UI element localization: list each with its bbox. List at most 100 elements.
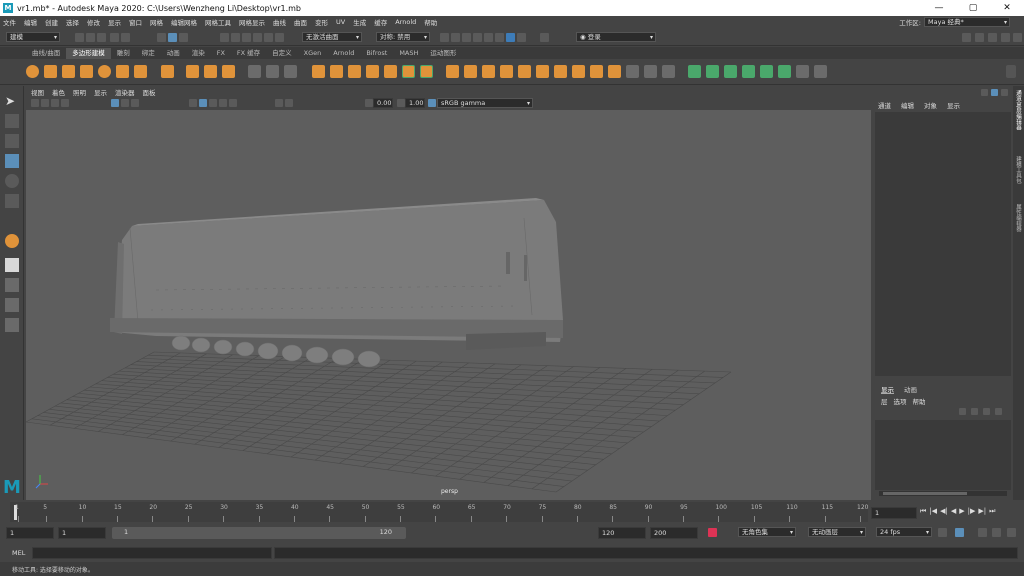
image-plane-icon[interactable]	[61, 99, 69, 107]
channel-box-float-icon[interactable]	[981, 89, 988, 96]
vp-menu-item[interactable]: 视图	[31, 87, 44, 97]
four-pane-layout-icon[interactable]	[5, 278, 19, 292]
grid-toggle-icon[interactable]	[111, 99, 119, 107]
triangulate-icon[interactable]	[608, 65, 621, 78]
separate-icon[interactable]	[266, 65, 279, 78]
gamma-icon[interactable]	[397, 99, 405, 107]
cb-menu-edit[interactable]: 编辑	[901, 100, 914, 110]
loop-icon[interactable]	[938, 528, 947, 537]
bookmark-icon[interactable]	[51, 99, 59, 107]
train-car-model[interactable]	[110, 198, 563, 368]
chamfer-icon[interactable]	[590, 65, 603, 78]
layer-menu-item[interactable]: 层	[881, 396, 888, 406]
super-shape-icon[interactable]	[186, 65, 199, 78]
arnold-render-icon[interactable]	[517, 33, 526, 42]
menu-item[interactable]: 变形	[315, 17, 328, 27]
time-track[interactable]: 1 5 10 15 20 25 30 35 40 45 50 55 60 65 70 75 80 85 90 95 10…	[10, 502, 868, 522]
shelf-tab[interactable]: 曲线/曲面	[26, 48, 66, 59]
snap-curve-icon[interactable]	[231, 33, 240, 42]
layer-move-up-icon[interactable]	[959, 408, 966, 415]
undo-icon[interactable]	[110, 33, 119, 42]
command-input[interactable]	[32, 547, 272, 559]
menu-item[interactable]: Arnold	[395, 18, 416, 26]
combine-icon[interactable]	[248, 65, 261, 78]
move-tool-icon[interactable]	[5, 154, 19, 168]
channel-box-icon[interactable]	[1001, 33, 1010, 42]
smooth-icon[interactable]	[284, 65, 297, 78]
shelf-tab[interactable]: Arnold	[327, 48, 360, 59]
xray-icon[interactable]	[285, 99, 293, 107]
render-setup-icon[interactable]	[495, 33, 504, 42]
go-to-end-icon[interactable]: ⏭	[989, 507, 995, 516]
append-polygon-icon[interactable]	[500, 65, 513, 78]
boolean-difference-icon[interactable]	[330, 65, 343, 78]
color-space-dropdown[interactable]: sRGB gamma	[437, 98, 533, 108]
layer-menu-item[interactable]: 帮助	[913, 396, 926, 406]
new-layer-selected-icon[interactable]	[995, 408, 1002, 415]
poly-disc-icon[interactable]	[134, 65, 147, 78]
shelf-tab[interactable]: FX 缓存	[231, 48, 266, 59]
menu-item[interactable]: 编辑网格	[171, 17, 197, 27]
menu-item[interactable]: 网格	[150, 17, 163, 27]
play-backwards-icon[interactable]: ◀	[951, 507, 956, 516]
exposure-icon[interactable]	[365, 99, 373, 107]
live-surface-field[interactable]: 无激活曲面	[302, 32, 362, 42]
layer-tab-anim[interactable]: 动画	[904, 384, 917, 394]
color-management-icon[interactable]	[428, 99, 436, 107]
layer-scrollbar-thumb[interactable]	[883, 492, 967, 495]
boolean-intersection-icon[interactable]	[348, 65, 361, 78]
textured-icon[interactable]	[209, 99, 217, 107]
side-tab-attribute-editor[interactable]: 属性编辑器	[1015, 204, 1022, 232]
step-back-frame-icon[interactable]: ◀|	[940, 507, 948, 516]
save-scene-icon[interactable]	[97, 33, 106, 42]
layer-scrollbar[interactable]	[879, 491, 1007, 496]
login-dropdown[interactable]: ◉ 登录	[576, 32, 656, 42]
close-button[interactable]: ✕	[990, 0, 1024, 16]
boolean-union-icon[interactable]	[312, 65, 325, 78]
poly-torus-icon[interactable]	[98, 65, 111, 78]
shelf-tab[interactable]: 动画	[161, 48, 186, 59]
menu-item[interactable]: 帮助	[424, 17, 437, 27]
select-component-icon[interactable]	[179, 33, 188, 42]
auto-key-icon[interactable]	[955, 528, 964, 537]
lasso-tool-icon[interactable]	[5, 114, 19, 128]
menu-item[interactable]: 文件	[3, 17, 16, 27]
current-frame-field[interactable]: 1	[871, 507, 917, 519]
uv-layout-icon[interactable]	[778, 65, 791, 78]
side-tab-modeling-toolkit[interactable]: 建模工具包	[1015, 156, 1022, 184]
new-scene-icon[interactable]	[75, 33, 84, 42]
go-to-start-icon[interactable]: ⏮	[920, 507, 926, 516]
render-settings-icon[interactable]	[473, 33, 482, 42]
single-pane-layout-icon[interactable]	[5, 258, 19, 272]
open-scene-icon[interactable]	[86, 33, 95, 42]
collapse-icon[interactable]	[536, 65, 549, 78]
vp-menu-item[interactable]: 照明	[73, 87, 86, 97]
menu-item[interactable]: 创建	[45, 17, 58, 27]
poly-cube-icon[interactable]	[44, 65, 57, 78]
tool-settings-icon[interactable]	[988, 33, 997, 42]
light-editor-icon[interactable]	[506, 33, 515, 42]
menu-item[interactable]: UV	[336, 18, 345, 26]
range-slider[interactable]: 1 120	[112, 527, 406, 539]
layer-move-down-icon[interactable]	[971, 408, 978, 415]
uv-sew-icon[interactable]	[814, 65, 827, 78]
insert-edge-loop-icon[interactable]	[482, 65, 495, 78]
shelf-options-icon[interactable]	[1006, 65, 1016, 78]
vp-menu-item[interactable]: 着色	[52, 87, 65, 97]
select-tool-icon[interactable]: ➤	[5, 94, 19, 108]
poly-cylinder-icon[interactable]	[62, 65, 75, 78]
uv-automatic-icon[interactable]	[742, 65, 755, 78]
redo-icon[interactable]	[121, 33, 130, 42]
poly-sphere-icon[interactable]	[26, 65, 39, 78]
wireframe-icon[interactable]	[189, 99, 197, 107]
wedge-icon[interactable]	[554, 65, 567, 78]
play-forwards-icon[interactable]: ▶	[959, 507, 964, 516]
ipr-render-icon[interactable]	[462, 33, 471, 42]
uv-planar-icon[interactable]	[688, 65, 701, 78]
lights-icon[interactable]	[219, 99, 227, 107]
menu-item[interactable]: 曲面	[294, 17, 307, 27]
layer-tab-display[interactable]: 显示	[881, 384, 894, 394]
anim-prefs-icon[interactable]	[992, 528, 1001, 537]
fps-dropdown[interactable]: 24 fps	[876, 527, 932, 537]
cb-menu-object[interactable]: 对象	[924, 100, 937, 110]
